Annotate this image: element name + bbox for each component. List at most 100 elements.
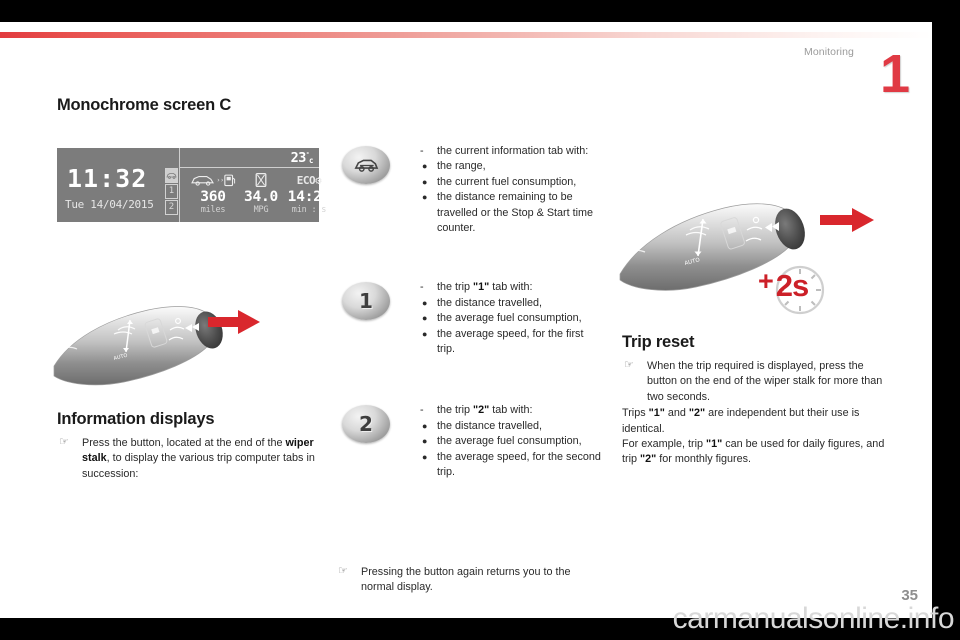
bullet-icon: ●: [422, 192, 428, 203]
hold-two-seconds-badge: + 2s: [758, 264, 826, 316]
return-note-text: Pressing the button again returns you to…: [361, 566, 571, 594]
p2-part-c: for monthly figures.: [656, 453, 752, 466]
list-item-label: the distance travelled,: [437, 296, 543, 309]
trip-1-lead-prefix: the trip: [437, 281, 474, 294]
lcd-cell-eco-timer: ECO⚙ 14:22 min : s: [280, 172, 338, 215]
section-label: Monitoring: [803, 46, 854, 58]
lcd-eco-timer-unit: min : s: [291, 205, 327, 215]
trip-2-tab-icon-wrap: 2: [342, 403, 420, 480]
list-item-label: the average fuel consumption,: [437, 312, 582, 325]
list-item-label: the average speed, for the first trip.: [437, 327, 584, 356]
p2-quote-2: "2": [640, 453, 657, 466]
trip-reset-section: Trip reset ☞ When the trip required is d…: [622, 333, 890, 468]
list-item: ● the distance remaining to be travelled…: [420, 190, 604, 236]
dash-marker: -: [420, 281, 424, 294]
list-item: ● the range,: [420, 159, 604, 174]
current-info-lead-text: the current information tab with:: [437, 145, 589, 157]
list-item: ● the current fuel consumption,: [420, 175, 604, 190]
lcd-cell-range: ›› 360 miles: [184, 172, 242, 215]
lcd-temperature-value: 23: [290, 150, 307, 166]
trip-1-tab-icon: 1: [342, 282, 390, 321]
stop-start-icon: ⚙: [315, 174, 322, 187]
range-car-fuel-icon: ››: [184, 172, 242, 189]
trip-reset-instruction: ☞ When the trip required is displayed, p…: [622, 359, 890, 405]
trip-2-text: - the trip "2" tab with: ● the distance …: [420, 403, 604, 480]
list-item: ● the average fuel consumption,: [420, 434, 604, 449]
lcd-range-value: 360: [200, 189, 226, 205]
lcd-tab-1: 1: [165, 184, 178, 199]
list-item-label: the distance travelled,: [437, 419, 543, 432]
tab-description-list: - the current information tab with: ● th…: [342, 144, 604, 481]
p2-part-a: For example, trip: [622, 438, 707, 451]
p2-quote-1: "1": [706, 438, 723, 451]
pointing-hand-icon: ☞: [624, 359, 634, 371]
red-arrow-icon-left: [208, 310, 260, 334]
badge-value: 2s: [775, 268, 809, 303]
lcd-consumption-unit: MPG: [253, 205, 269, 215]
lcd-cell-consumption: 34.0 MPG: [237, 172, 285, 215]
eco-label: ECO: [296, 174, 316, 187]
bullet-icon: ●: [422, 313, 428, 324]
bullet-icon: ●: [422, 297, 428, 308]
pointing-hand-icon: ☞: [59, 436, 69, 448]
eco-stop-start-icon: ECO⚙: [280, 172, 338, 189]
trip-2-lead-prefix: the trip: [437, 404, 474, 417]
trip-2-lead: - the trip "2" tab with:: [420, 403, 604, 418]
car-icon: [354, 159, 379, 172]
car-tab-icon-wrap: [342, 144, 420, 236]
list-item-label: the average speed, for the second trip.: [437, 450, 601, 479]
car-tab-icon: [342, 146, 390, 184]
trip-1-glyph: 1: [359, 289, 373, 314]
information-displays-instruction: ☞ Press the button, located at the end o…: [57, 436, 319, 482]
trip-2-glyph: 2: [359, 412, 373, 437]
list-item-label: the average fuel consumption,: [437, 435, 582, 448]
list-item-label: the distance remaining to be travelled o…: [437, 191, 594, 235]
lcd-eco-timer-value: 14:22: [287, 189, 331, 205]
lcd-temperature: 23°c: [290, 150, 314, 166]
tab-block-trip-2: 2 - the trip "2" tab with: ● the distanc…: [342, 403, 604, 480]
bullet-icon: ●: [422, 436, 428, 447]
tab-block-trip-1: 1 - the trip "1" tab with: ● the distanc…: [342, 280, 604, 357]
fuel-consumption-icon: [237, 172, 285, 189]
current-info-text: - the current information tab with: ● th…: [420, 144, 604, 236]
p1-quote-1: "1": [648, 407, 665, 420]
trip-2-lead-suffix: tab with:: [489, 404, 533, 417]
instruction-part-1: Press the button, located at the end of …: [82, 437, 286, 449]
bullet-icon: ●: [422, 176, 428, 187]
bullet-icon: ●: [422, 420, 428, 431]
lcd-consumption-value: 34.0: [243, 189, 279, 205]
pointing-hand-icon: ☞: [338, 565, 348, 577]
trip-reset-paragraph-1: Trips "1" and "2" are independent but th…: [622, 406, 890, 437]
bullet-icon: ●: [422, 328, 428, 339]
return-to-normal-display-note: ☞ Pressing the button again returns you …: [336, 565, 604, 596]
lcd-range-unit: miles: [200, 205, 226, 215]
trip-reset-instruction-text: When the trip required is displayed, pre…: [647, 360, 883, 403]
wiper-stalk-illustration-right: AUTO + 2s: [618, 190, 898, 318]
lcd-temperature-unit: c: [308, 156, 314, 165]
bullet-icon: ●: [422, 161, 428, 172]
lcd-date: Tue 14/04/2015: [65, 198, 154, 211]
trip-1-lead-suffix: tab with:: [489, 281, 533, 294]
list-item-label: the range,: [437, 160, 486, 173]
information-displays-heading: Information displays: [57, 410, 215, 428]
list-item: ● the distance travelled,: [420, 419, 604, 434]
page-root: Monitoring 1 Monochrome screen C 23°c 11…: [0, 0, 960, 640]
information-displays-section: Information displays ☞ Press the button,…: [57, 410, 319, 482]
trip-1-lead: - the trip "1" tab with:: [420, 280, 604, 295]
list-item: ● the distance travelled,: [420, 296, 604, 311]
letterbox-top: [0, 0, 960, 22]
wiper-stalk-illustration-left: AUTO: [52, 294, 262, 394]
trip-reset-paragraph-2: For example, trip "1" can be used for da…: [622, 437, 890, 468]
p1-quote-2: "2": [688, 407, 706, 420]
instruction-part-2: , to display the various trip computer t…: [82, 452, 315, 480]
monochrome-screen-illustration: 23°c 11:32 Tue 14/04/2015 1 2 ›› 360 mil…: [57, 148, 331, 222]
trip-1-quoted: "1": [473, 281, 490, 294]
svg-text:››: ››: [216, 177, 224, 184]
trip-2-tab-icon: 2: [342, 405, 390, 444]
site-watermark: carmanualsonline.info: [672, 602, 955, 635]
trip-reset-heading: Trip reset: [622, 333, 695, 351]
plus-sign: +: [758, 266, 774, 297]
dash-marker: -: [420, 404, 424, 417]
red-arrow-icon-right: [820, 208, 874, 232]
lcd-tab-2: 2: [165, 200, 178, 215]
